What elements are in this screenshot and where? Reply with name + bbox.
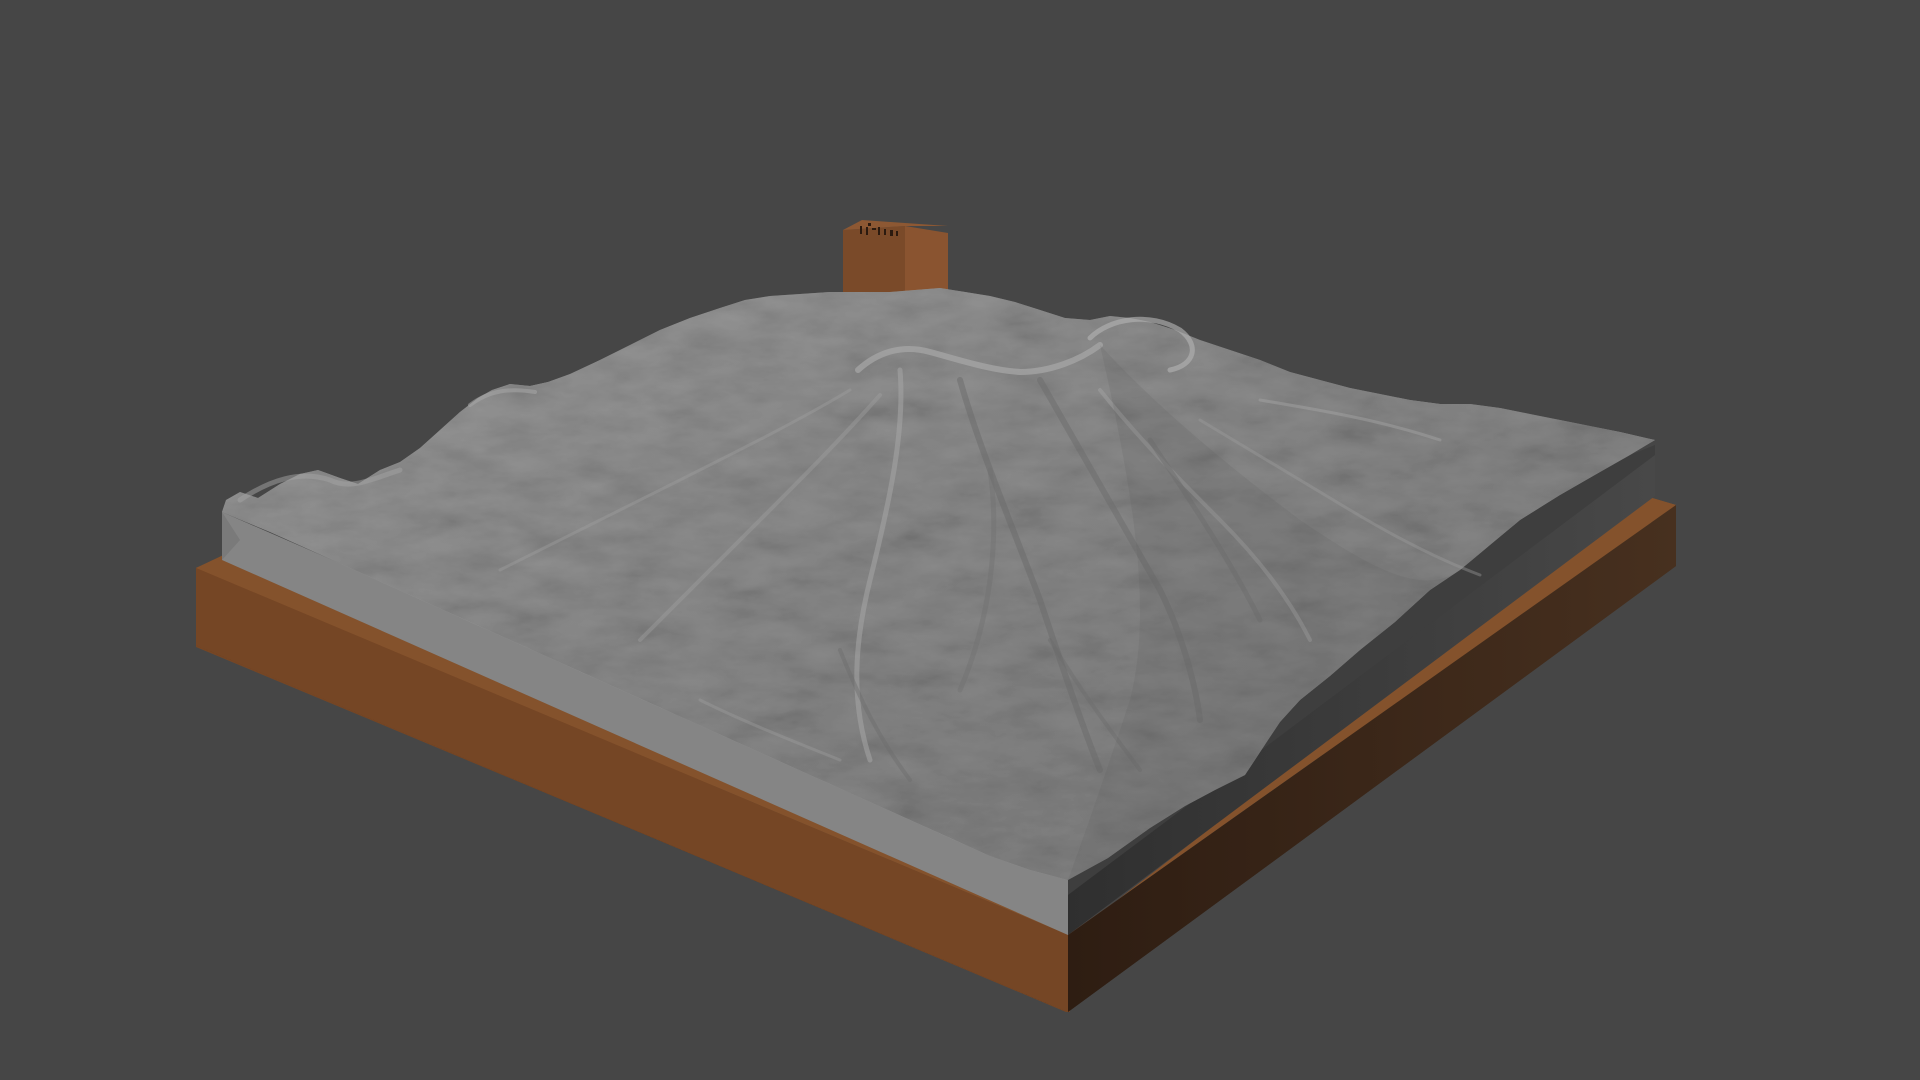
label-block — [843, 220, 948, 300]
terrain-model-render — [196, 220, 1676, 1012]
render-viewport[interactable] — [0, 0, 1920, 1080]
